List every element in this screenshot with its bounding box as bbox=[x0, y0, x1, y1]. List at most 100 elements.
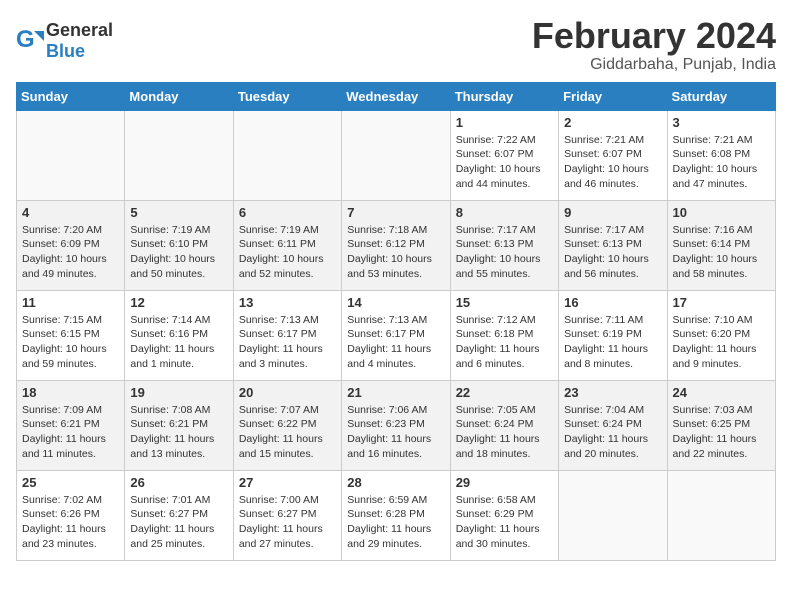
day-header-saturday: Saturday bbox=[667, 82, 775, 110]
day-info: Sunrise: 7:22 AMSunset: 6:07 PMDaylight:… bbox=[456, 133, 553, 192]
day-cell bbox=[125, 110, 233, 200]
day-info: Sunrise: 7:13 AMSunset: 6:17 PMDaylight:… bbox=[347, 313, 444, 372]
header-row: SundayMondayTuesdayWednesdayThursdayFrid… bbox=[17, 82, 776, 110]
day-number: 28 bbox=[347, 475, 444, 490]
day-header-friday: Friday bbox=[559, 82, 667, 110]
day-cell: 18Sunrise: 7:09 AMSunset: 6:21 PMDayligh… bbox=[17, 380, 125, 470]
day-number: 14 bbox=[347, 295, 444, 310]
day-info: Sunrise: 7:12 AMSunset: 6:18 PMDaylight:… bbox=[456, 313, 553, 372]
day-cell: 2 Sunrise: 7:21 AMSunset: 6:07 PMDaylight… bbox=[559, 110, 667, 200]
day-cell bbox=[233, 110, 341, 200]
day-number: 2 bbox=[564, 115, 661, 130]
day-info: Sunrise: 7:19 AMSunset: 6:11 PMDaylight:… bbox=[239, 223, 336, 282]
logo-icon: G bbox=[16, 27, 44, 55]
day-cell: 28 Sunrise: 6:59 AMSunset: 6:28 PMDayligh… bbox=[342, 470, 450, 560]
day-number: 24 bbox=[673, 385, 770, 400]
day-cell: 7 Sunrise: 7:18 AMSunset: 6:12 PMDaylight… bbox=[342, 200, 450, 290]
day-cell: 13 Sunrise: 7:13 AMSunset: 6:17 PMDayligh… bbox=[233, 290, 341, 380]
day-cell: 29Sunrise: 6:58 AMSunset: 6:29 PMDayligh… bbox=[450, 470, 558, 560]
day-info: Sunrise: 7:01 AMSunset: 6:27 PMDaylight:… bbox=[130, 493, 227, 552]
day-header-sunday: Sunday bbox=[17, 82, 125, 110]
day-number: 3 bbox=[673, 115, 770, 130]
day-cell: 16 Sunrise: 7:11 AMSunset: 6:19 PMDayligh… bbox=[559, 290, 667, 380]
svg-text:G: G bbox=[16, 27, 35, 53]
day-info: Sunrise: 7:13 AMSunset: 6:17 PMDaylight:… bbox=[239, 313, 336, 372]
day-cell bbox=[559, 470, 667, 560]
title-area: February 2024 Giddarbaha, Punjab, India bbox=[532, 16, 776, 74]
day-info: Sunrise: 7:07 AMSunset: 6:22 PMDaylight:… bbox=[239, 403, 336, 462]
day-cell: 1 Sunrise: 7:22 AMSunset: 6:07 PMDaylight… bbox=[450, 110, 558, 200]
day-info: Sunrise: 7:08 AMSunset: 6:21 PMDaylight:… bbox=[130, 403, 227, 462]
day-number: 19 bbox=[130, 385, 227, 400]
day-number: 25 bbox=[22, 475, 119, 490]
day-info: Sunrise: 7:21 AMSunset: 6:08 PMDaylight:… bbox=[673, 133, 770, 192]
day-header-wednesday: Wednesday bbox=[342, 82, 450, 110]
day-number: 29 bbox=[456, 475, 553, 490]
day-number: 7 bbox=[347, 205, 444, 220]
day-number: 4 bbox=[22, 205, 119, 220]
day-number: 20 bbox=[239, 385, 336, 400]
day-number: 15 bbox=[456, 295, 553, 310]
location-title: Giddarbaha, Punjab, India bbox=[532, 56, 776, 74]
day-info: Sunrise: 7:11 AMSunset: 6:19 PMDaylight:… bbox=[564, 313, 661, 372]
day-info: Sunrise: 7:15 AMSunset: 6:15 PMDaylight:… bbox=[22, 313, 119, 372]
day-number: 26 bbox=[130, 475, 227, 490]
day-number: 8 bbox=[456, 205, 553, 220]
day-info: Sunrise: 7:10 AMSunset: 6:20 PMDaylight:… bbox=[673, 313, 770, 372]
day-info: Sunrise: 7:06 AMSunset: 6:23 PMDaylight:… bbox=[347, 403, 444, 462]
day-cell: 9 Sunrise: 7:17 AMSunset: 6:13 PMDaylight… bbox=[559, 200, 667, 290]
day-info: Sunrise: 7:18 AMSunset: 6:12 PMDaylight:… bbox=[347, 223, 444, 282]
day-header-monday: Monday bbox=[125, 82, 233, 110]
day-info: Sunrise: 7:17 AMSunset: 6:13 PMDaylight:… bbox=[456, 223, 553, 282]
day-cell: 24 Sunrise: 7:03 AMSunset: 6:25 PMDayligh… bbox=[667, 380, 775, 470]
day-info: Sunrise: 7:16 AMSunset: 6:14 PMDaylight:… bbox=[673, 223, 770, 282]
day-cell: 22Sunrise: 7:05 AMSunset: 6:24 PMDayligh… bbox=[450, 380, 558, 470]
day-info: Sunrise: 7:04 AMSunset: 6:24 PMDaylight:… bbox=[564, 403, 661, 462]
day-info: Sunrise: 7:03 AMSunset: 6:25 PMDaylight:… bbox=[673, 403, 770, 462]
day-number: 17 bbox=[673, 295, 770, 310]
day-number: 13 bbox=[239, 295, 336, 310]
day-number: 1 bbox=[456, 115, 553, 130]
day-info: Sunrise: 6:59 AMSunset: 6:28 PMDaylight:… bbox=[347, 493, 444, 552]
day-cell: 19 Sunrise: 7:08 AMSunset: 6:21 PMDayligh… bbox=[125, 380, 233, 470]
day-cell: 14 Sunrise: 7:13 AMSunset: 6:17 PMDayligh… bbox=[342, 290, 450, 380]
day-number: 16 bbox=[564, 295, 661, 310]
day-number: 9 bbox=[564, 205, 661, 220]
day-cell bbox=[17, 110, 125, 200]
calendar-table: SundayMondayTuesdayWednesdayThursdayFrid… bbox=[16, 82, 776, 561]
header: G General Blue February 2024 Giddarbaha,… bbox=[16, 16, 776, 74]
week-row-4: 18Sunrise: 7:09 AMSunset: 6:21 PMDayligh… bbox=[17, 380, 776, 470]
day-cell: 23Sunrise: 7:04 AMSunset: 6:24 PMDayligh… bbox=[559, 380, 667, 470]
day-cell: 26 Sunrise: 7:01 AMSunset: 6:27 PMDayligh… bbox=[125, 470, 233, 560]
day-header-tuesday: Tuesday bbox=[233, 82, 341, 110]
month-title: February 2024 bbox=[532, 16, 776, 56]
day-number: 11 bbox=[22, 295, 119, 310]
day-cell: 17 Sunrise: 7:10 AMSunset: 6:20 PMDayligh… bbox=[667, 290, 775, 380]
week-row-5: 25 Sunrise: 7:02 AMSunset: 6:26 PMDayligh… bbox=[17, 470, 776, 560]
day-number: 27 bbox=[239, 475, 336, 490]
day-cell: 8 Sunrise: 7:17 AMSunset: 6:13 PMDaylight… bbox=[450, 200, 558, 290]
day-cell: 10 Sunrise: 7:16 AMSunset: 6:14 PMDayligh… bbox=[667, 200, 775, 290]
day-cell: 4Sunrise: 7:20 AMSunset: 6:09 PMDaylight… bbox=[17, 200, 125, 290]
day-number: 22 bbox=[456, 385, 553, 400]
day-number: 5 bbox=[130, 205, 227, 220]
day-info: Sunrise: 7:21 AMSunset: 6:07 PMDaylight:… bbox=[564, 133, 661, 192]
day-number: 21 bbox=[347, 385, 444, 400]
day-header-thursday: Thursday bbox=[450, 82, 558, 110]
week-row-2: 4Sunrise: 7:20 AMSunset: 6:09 PMDaylight… bbox=[17, 200, 776, 290]
day-cell bbox=[667, 470, 775, 560]
day-cell bbox=[342, 110, 450, 200]
week-row-1: 1 Sunrise: 7:22 AMSunset: 6:07 PMDaylight… bbox=[17, 110, 776, 200]
day-info: Sunrise: 7:09 AMSunset: 6:21 PMDaylight:… bbox=[22, 403, 119, 462]
day-cell: 21 Sunrise: 7:06 AMSunset: 6:23 PMDayligh… bbox=[342, 380, 450, 470]
day-number: 10 bbox=[673, 205, 770, 220]
day-cell: 12Sunrise: 7:14 AMSunset: 6:16 PMDayligh… bbox=[125, 290, 233, 380]
day-cell: 3 Sunrise: 7:21 AMSunset: 6:08 PMDaylight… bbox=[667, 110, 775, 200]
day-number: 6 bbox=[239, 205, 336, 220]
logo-text-general: General bbox=[46, 20, 113, 40]
day-info: Sunrise: 7:02 AMSunset: 6:26 PMDaylight:… bbox=[22, 493, 119, 552]
day-cell: 15 Sunrise: 7:12 AMSunset: 6:18 PMDayligh… bbox=[450, 290, 558, 380]
day-info: Sunrise: 7:17 AMSunset: 6:13 PMDaylight:… bbox=[564, 223, 661, 282]
day-cell: 5Sunrise: 7:19 AMSunset: 6:10 PMDaylight… bbox=[125, 200, 233, 290]
day-cell: 20 Sunrise: 7:07 AMSunset: 6:22 PMDayligh… bbox=[233, 380, 341, 470]
